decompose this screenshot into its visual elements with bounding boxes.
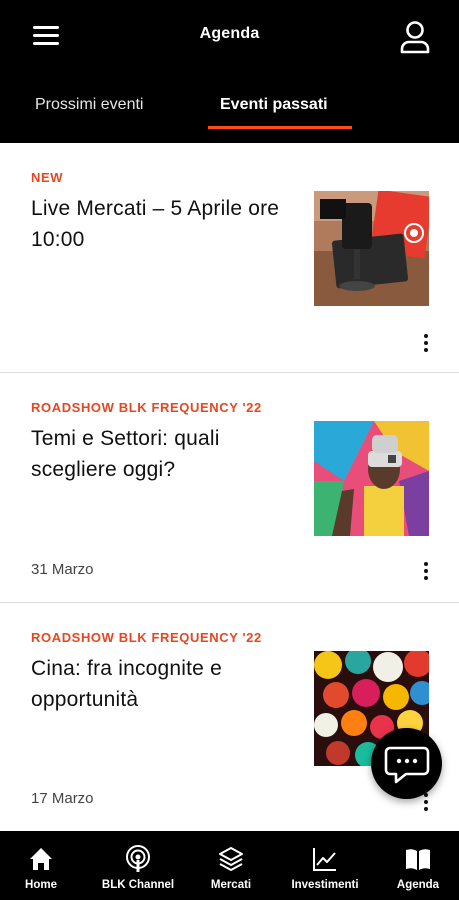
nav-blk-channel[interactable]: BLK Channel (92, 831, 184, 900)
tab-eventi-passati[interactable]: Eventi passati (220, 96, 328, 114)
event-tag: NEW (31, 170, 64, 185)
nav-label: Agenda (396, 879, 440, 891)
nav-label: Mercati (210, 879, 252, 891)
event-card[interactable]: ROADSHOW BLK FREQUENCY '22 Cina: fra inc… (0, 603, 459, 831)
top-bar: Agenda (0, 0, 459, 72)
nav-investimenti[interactable]: Investimenti (284, 831, 366, 900)
event-date: 17 Marzo (31, 790, 94, 807)
event-card[interactable]: ROADSHOW BLK FREQUENCY '22 Temi e Settor… (0, 373, 459, 603)
nav-label: BLK Channel (101, 879, 175, 891)
chat-fab-button[interactable] (371, 728, 442, 799)
event-card[interactable]: NEW Live Mercati – 5 Aprile ore 10:00 (0, 143, 459, 373)
event-title[interactable]: Temi e Settori: quali scegliere oggi? (31, 423, 286, 485)
nav-mercati[interactable]: Mercati (200, 831, 262, 900)
app-header: Agenda Prossimi eventi Eventi passati (0, 0, 459, 143)
home-icon (27, 845, 55, 873)
event-tag: ROADSHOW BLK FREQUENCY '22 (31, 630, 262, 645)
nav-label: Home (25, 879, 57, 891)
nav-agenda[interactable]: Agenda (388, 831, 448, 900)
event-title[interactable]: Live Mercati – 5 Aprile ore 10:00 (31, 193, 286, 255)
event-thumbnail[interactable] (314, 191, 429, 306)
nav-home[interactable]: Home (10, 831, 72, 900)
layers-icon (217, 845, 245, 873)
event-list: NEW Live Mercati – 5 Aprile ore 10:00 RO… (0, 143, 459, 831)
event-thumbnail[interactable] (314, 421, 429, 536)
user-icon[interactable] (399, 20, 431, 54)
bottom-navigation: Home BLK Channel Mercati Investimenti Ag… (0, 831, 459, 900)
open-book-icon (404, 845, 432, 873)
more-options-icon[interactable] (416, 559, 436, 585)
chart-line-icon (311, 845, 339, 873)
event-title[interactable]: Cina: fra incognite e opportunità (31, 653, 286, 715)
event-date: 31 Marzo (31, 561, 94, 578)
event-tag: ROADSHOW BLK FREQUENCY '22 (31, 400, 262, 415)
page-title: Agenda (199, 25, 260, 42)
podcast-icon (124, 845, 152, 873)
chat-bubble-icon (384, 744, 430, 789)
more-options-icon[interactable] (416, 331, 436, 357)
tab-prossimi-eventi[interactable]: Prossimi eventi (35, 96, 143, 114)
nav-label: Investimenti (291, 879, 359, 891)
event-tabs: Prossimi eventi Eventi passati (0, 72, 459, 143)
active-tab-indicator (208, 126, 352, 129)
